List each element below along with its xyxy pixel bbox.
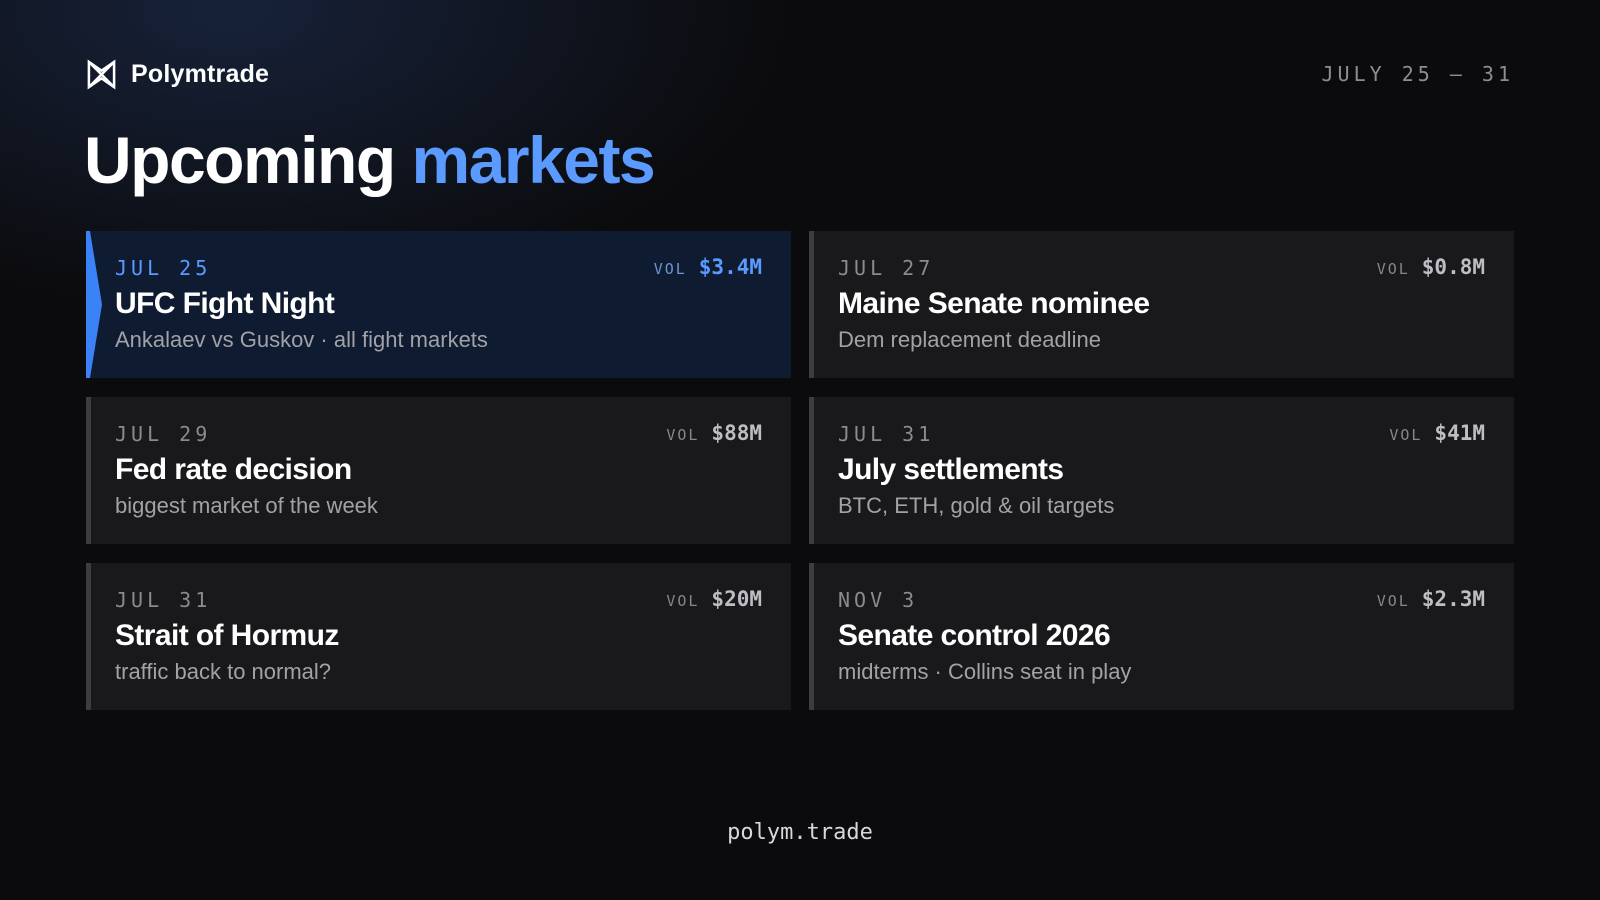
market-subtitle: traffic back to normal? — [115, 659, 332, 684]
volume-label: VOL — [1376, 592, 1410, 610]
volume-value: $88M — [711, 421, 762, 445]
brand-name: Polymtrade — [131, 59, 270, 88]
market-volume: VOL $2.3M — [1377, 587, 1485, 611]
market-title: Maine Senate nominee — [838, 287, 1150, 320]
card-accent-bar — [86, 563, 91, 710]
market-title: Strait of Hormuz — [115, 619, 339, 652]
card-accent-bar — [809, 397, 814, 544]
card-accent-bar — [809, 563, 814, 710]
market-title: Senate control 2026 — [838, 619, 1111, 652]
market-card[interactable]: JUL 27 VOL $0.8M Maine Senate nominee De… — [809, 231, 1514, 378]
market-card[interactable]: JUL 31 VOL $20M Strait of Hormuz traffic… — [86, 563, 791, 710]
volume-value: $2.3M — [1421, 587, 1485, 611]
market-subtitle: Ankalaev vs Guskov · all fight markets — [115, 327, 488, 352]
volume-label: VOL — [653, 260, 687, 278]
header: Polymtrade JULY 25 — 31 — [86, 56, 1514, 92]
volume-label: VOL — [666, 592, 700, 610]
market-title: Fed rate decision — [115, 453, 352, 486]
market-volume: VOL $41M — [1389, 421, 1485, 445]
card-accent-bar — [809, 231, 814, 378]
market-card[interactable]: JUL 31 VOL $41M July settlements BTC, ET… — [809, 397, 1514, 544]
market-volume: VOL $0.8M — [1377, 255, 1485, 279]
card-accent-bar — [86, 231, 102, 378]
market-volume: VOL $3.4M — [654, 255, 762, 279]
market-date: JUL 29 — [115, 422, 212, 446]
market-card[interactable]: JUL 29 VOL $88M Fed rate decision bigges… — [86, 397, 791, 544]
market-date: JUL 31 — [115, 588, 212, 612]
volume-value: $20M — [711, 587, 762, 611]
volume-label: VOL — [1389, 426, 1423, 444]
market-title: July settlements — [838, 453, 1064, 486]
market-date: NOV 3 — [838, 588, 919, 612]
market-card[interactable]: NOV 3 VOL $2.3M Senate control 2026 midt… — [809, 563, 1514, 710]
page-title: Upcoming markets — [84, 118, 656, 202]
brand[interactable]: Polymtrade — [86, 56, 269, 92]
bowtie-x-logo-icon — [87, 59, 116, 89]
market-volume: VOL $20M — [666, 587, 762, 611]
market-title: UFC Fight Night — [115, 287, 335, 320]
date-range: JULY 25 — 31 — [1321, 62, 1514, 86]
market-date: JUL 25 — [115, 256, 212, 280]
volume-value: $41M — [1434, 421, 1485, 445]
markets-grid: JUL 25 VOL $3.4M UFC Fight Night Ankalae… — [86, 231, 1514, 710]
volume-value: $0.8M — [1421, 255, 1485, 279]
market-subtitle: midterms · Collins seat in play — [838, 659, 1132, 684]
market-subtitle: BTC, ETH, gold & oil targets — [838, 493, 1115, 518]
market-subtitle: biggest market of the week — [115, 493, 378, 518]
footer-url[interactable]: polym.trade — [0, 820, 1600, 845]
market-card[interactable]: JUL 25 VOL $3.4M UFC Fight Night Ankalae… — [86, 231, 791, 378]
market-subtitle: Dem replacement deadline — [838, 327, 1101, 352]
card-accent-bar — [86, 397, 91, 544]
volume-value: $3.4M — [698, 255, 762, 279]
page-title-word-2: markets — [411, 123, 656, 197]
market-volume: VOL $88M — [666, 421, 762, 445]
volume-label: VOL — [666, 426, 700, 444]
page-title-word-1: Upcoming — [84, 123, 396, 197]
volume-label: VOL — [1376, 260, 1410, 278]
market-date: JUL 27 — [838, 256, 935, 280]
market-date: JUL 31 — [838, 422, 935, 446]
